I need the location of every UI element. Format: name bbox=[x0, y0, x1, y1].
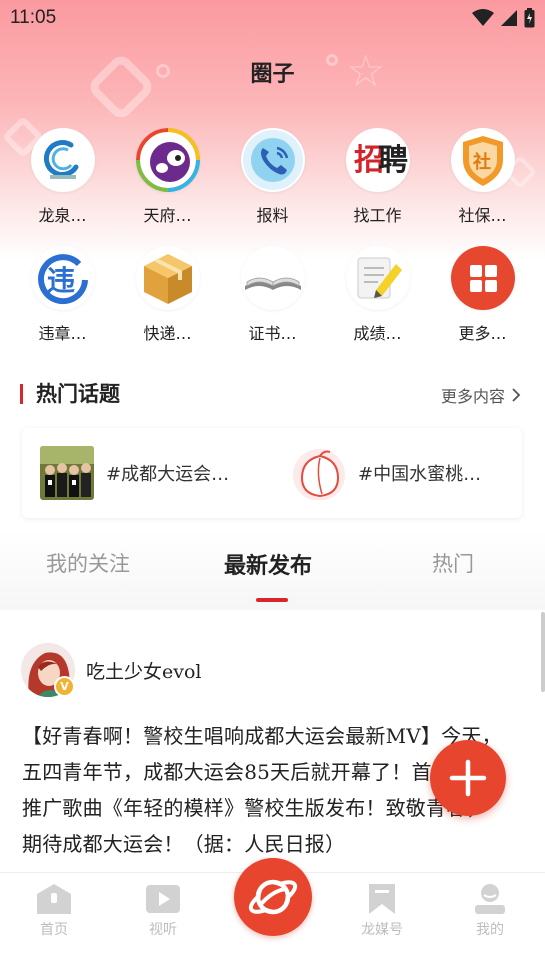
longquan-logo-icon bbox=[30, 128, 95, 192]
tab-latest[interactable]: 最新发布 bbox=[224, 548, 312, 580]
topic-item[interactable]: #成都大运会… bbox=[40, 446, 229, 500]
nav-video[interactable]: 视听 bbox=[123, 883, 203, 939]
svg-text:违: 违 bbox=[47, 264, 75, 297]
hot-topics-card: #成都大运会… #中国水蜜桃… bbox=[22, 428, 522, 518]
user-icon bbox=[475, 884, 505, 914]
grid-item-more[interactable]: 更多… bbox=[430, 246, 535, 344]
section-accent-bar bbox=[20, 384, 23, 404]
social-security-shield-icon: 社 bbox=[450, 128, 515, 192]
grid-item-report[interactable]: 报料 bbox=[220, 128, 325, 226]
hot-topics-header: 热门话题 更多内容 bbox=[20, 378, 525, 408]
signal-icon bbox=[501, 10, 517, 26]
status-icons bbox=[472, 8, 535, 28]
grid-item-longquan[interactable]: 龙泉… bbox=[10, 128, 115, 226]
grid-item-label: 更多… bbox=[458, 324, 507, 343]
grid-item-label: 证书… bbox=[248, 324, 297, 343]
verified-badge: V bbox=[54, 676, 75, 697]
grid-item-label: 快递… bbox=[143, 324, 192, 343]
group-photo-thumbnail bbox=[40, 446, 94, 500]
grid-item-label: 报料 bbox=[256, 206, 289, 225]
nav-media-label: 龙媒号 bbox=[361, 922, 403, 938]
home-icon bbox=[37, 884, 71, 914]
more-content-label: 更多内容 bbox=[440, 387, 505, 406]
grid-item-express[interactable]: 快递… bbox=[115, 246, 220, 344]
grid-item-label: 天府… bbox=[143, 206, 192, 225]
nav-home[interactable]: 首页 bbox=[14, 883, 94, 939]
active-tab-indicator bbox=[256, 598, 288, 602]
topic-item[interactable]: #中国水蜜桃… bbox=[292, 446, 481, 500]
nav-home-label: 首页 bbox=[40, 922, 68, 938]
grid-item-scores[interactable]: 成绩… bbox=[325, 246, 430, 344]
nav-video-label: 视听 bbox=[149, 922, 177, 938]
post-author-name[interactable]: 吃土少女evol bbox=[86, 657, 202, 684]
chevron-right-icon bbox=[512, 388, 521, 402]
plus-icon bbox=[449, 759, 487, 797]
bookmark-icon bbox=[369, 884, 395, 914]
grid-item-tianfu[interactable]: 天府… bbox=[115, 128, 220, 226]
page-title: 圈子 bbox=[250, 62, 295, 87]
tianfu-panda-icon bbox=[135, 128, 200, 192]
open-book-icon bbox=[240, 246, 305, 310]
grid-item-label: 违章… bbox=[38, 324, 87, 343]
video-play-icon bbox=[146, 885, 180, 913]
nav-me[interactable]: 我的 bbox=[450, 883, 530, 939]
hot-topics-title: 热门话题 bbox=[36, 382, 120, 406]
post-line: 期待成都大运会！（据：人民日报） bbox=[22, 832, 346, 856]
grid-item-traffic-violation[interactable]: 违 违章… bbox=[10, 246, 115, 344]
recruit-icon: 招聘 bbox=[345, 128, 410, 192]
scrollbar[interactable] bbox=[541, 612, 545, 692]
nav-me-label: 我的 bbox=[476, 922, 504, 938]
battery-icon bbox=[524, 8, 535, 28]
feed-tabs: 我的关注 最新发布 热门 bbox=[0, 548, 545, 588]
grid-more-icon bbox=[450, 246, 515, 310]
topic-text: #中国水蜜桃… bbox=[358, 464, 482, 485]
topic-text: #成都大运会… bbox=[106, 464, 230, 485]
grid-item-certificate[interactable]: 证书… bbox=[220, 246, 325, 344]
service-grid: 龙泉… 天府… 报料 招聘 找工作 社 社保… 违 违章… 快递… 证书… 成绩… bbox=[10, 128, 535, 344]
wifi-icon bbox=[472, 9, 494, 26]
add-post-button[interactable] bbox=[430, 740, 506, 816]
grid-item-label: 成绩… bbox=[353, 324, 402, 343]
grid-item-social-security[interactable]: 社 社保… bbox=[430, 128, 535, 226]
nav-circle-planet-button[interactable] bbox=[234, 858, 312, 936]
grid-item-label: 找工作 bbox=[353, 206, 402, 225]
tab-following[interactable]: 我的关注 bbox=[46, 548, 130, 578]
status-time: 11:05 bbox=[10, 7, 57, 28]
tab-hot[interactable]: 热门 bbox=[432, 548, 474, 578]
traffic-violation-icon: 违 bbox=[30, 246, 95, 310]
more-content-link[interactable]: 更多内容 bbox=[441, 383, 521, 407]
nav-media[interactable]: 龙媒号 bbox=[342, 883, 422, 939]
svg-text:聘: 聘 bbox=[378, 143, 408, 178]
grid-item-jobs[interactable]: 招聘 找工作 bbox=[325, 128, 430, 226]
planet-icon bbox=[248, 879, 298, 915]
phone-icon bbox=[240, 128, 305, 192]
package-box-icon bbox=[135, 246, 200, 310]
peach-icon bbox=[292, 446, 346, 500]
status-bar: 11:05 bbox=[0, 0, 545, 36]
notepad-pencil-icon bbox=[345, 246, 410, 310]
svg-text:社: 社 bbox=[473, 151, 491, 173]
grid-item-label: 龙泉… bbox=[38, 206, 87, 225]
grid-item-label: 社保… bbox=[458, 206, 507, 225]
